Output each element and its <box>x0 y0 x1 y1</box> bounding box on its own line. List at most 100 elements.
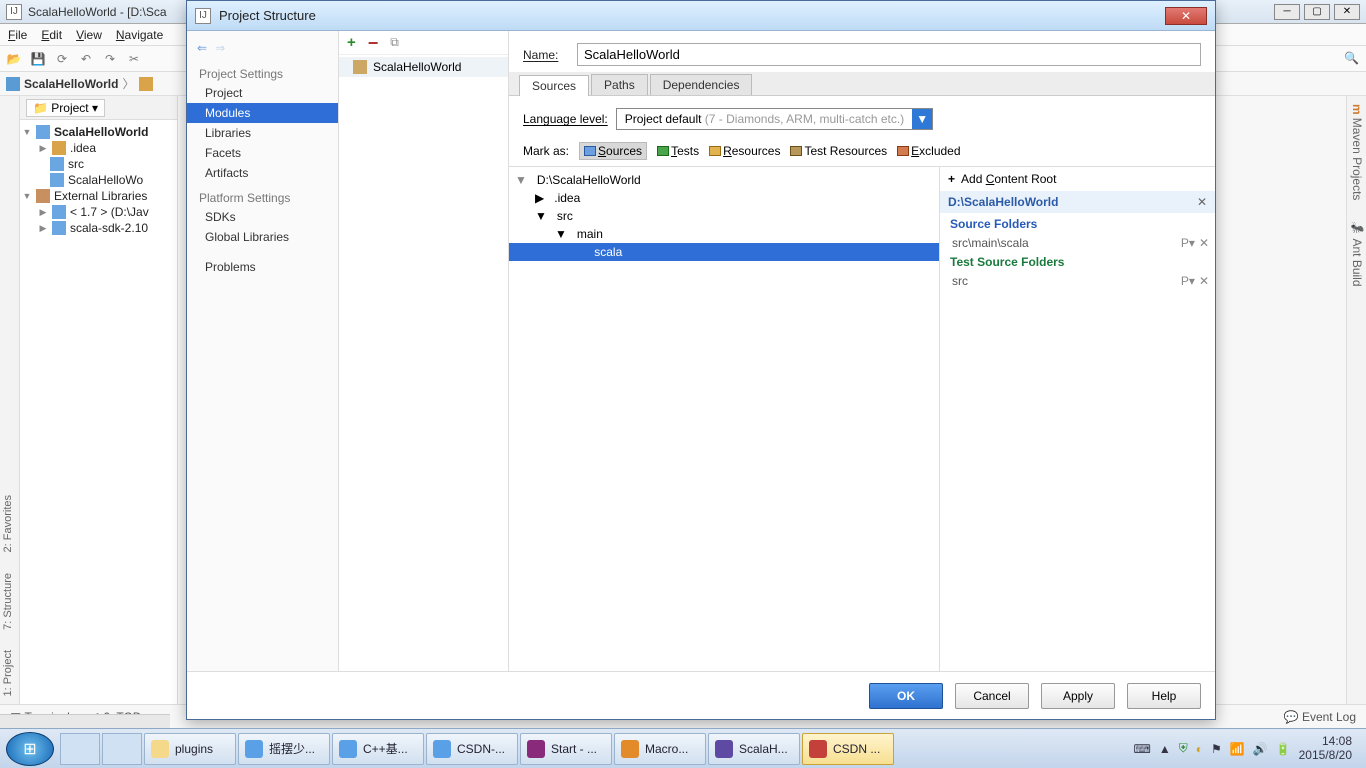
dir-root[interactable]: D:\ScalaHelloWorld <box>537 173 641 187</box>
menu-view[interactable]: View <box>76 28 102 42</box>
mark-tests[interactable]: Tests <box>657 144 699 158</box>
remove-icon[interactable]: ✕ <box>1199 236 1209 250</box>
cut-icon[interactable]: ✂ <box>126 51 142 67</box>
dir-main[interactable]: main <box>577 227 603 241</box>
mark-test-resources[interactable]: Test Resources <box>790 144 887 158</box>
dialog-titlebar[interactable]: IJ Project Structure ✕ <box>187 1 1215 31</box>
module-content: Name: Sources Paths Dependencies Languag… <box>509 31 1215 671</box>
tree-src[interactable]: src <box>68 157 84 171</box>
dir-scala[interactable]: scala <box>594 245 622 259</box>
sidebar-project[interactable]: Project <box>187 83 338 103</box>
module-name-input[interactable] <box>577 43 1201 66</box>
sidebar-modules[interactable]: Modules <box>187 103 338 123</box>
help-button[interactable]: Help <box>1127 683 1201 709</box>
sidebar-global-libs[interactable]: Global Libraries <box>187 227 338 247</box>
undo-icon[interactable]: ↶ <box>78 51 94 67</box>
cancel-button[interactable]: Cancel <box>955 683 1029 709</box>
system-tray[interactable]: ⌨ ▲ ⛨ ◐ ⚑ 📶 🔊 🔋 14:08 2015/8/20 <box>1126 735 1361 761</box>
tree-extlib[interactable]: External Libraries <box>54 189 147 203</box>
taskbar-pin2[interactable] <box>102 733 142 765</box>
tree-idea[interactable]: .idea <box>70 141 96 155</box>
module-list-panel: + − ⧉ ScalaHelloWorld <box>339 31 509 671</box>
breadcrumb-text[interactable]: ScalaHelloWorld <box>24 77 118 91</box>
add-module-icon[interactable]: + <box>347 34 356 51</box>
sidebar-facets[interactable]: Facets <box>187 143 338 163</box>
tray-icon[interactable]: ◐ <box>1196 742 1203 756</box>
menu-edit[interactable]: Edit <box>41 28 62 42</box>
tray-flag-icon[interactable]: ⚑ <box>1211 742 1222 756</box>
left-tab-structure[interactable]: 7: Structure <box>2 573 17 630</box>
mark-resources[interactable]: Resources <box>709 144 780 158</box>
tab-paths[interactable]: Paths <box>591 74 648 95</box>
mark-excluded[interactable]: Excluded <box>897 144 960 158</box>
right-tab-maven[interactable]: m Maven Projects <box>1351 104 1363 200</box>
sidebar-libraries[interactable]: Libraries <box>187 123 338 143</box>
menu-navigate[interactable]: Navigate <box>116 28 163 42</box>
chevron-down-icon[interactable]: ▼ <box>912 109 932 129</box>
content-root-path[interactable]: D:\ScalaHelloWorld✕ <box>940 191 1215 213</box>
add-content-root-icon[interactable]: + <box>948 172 955 186</box>
tab-dependencies[interactable]: Dependencies <box>650 74 753 95</box>
mark-sources[interactable]: Sources <box>579 142 647 160</box>
apply-button[interactable]: Apply <box>1041 683 1115 709</box>
tree-module[interactable]: ScalaHelloWo <box>68 173 143 187</box>
fwd-icon[interactable]: ⇒ <box>215 41 225 55</box>
taskbar-chrome[interactable] <box>60 733 100 765</box>
menu-file[interactable]: File <box>8 28 27 42</box>
taskbar-item-active[interactable]: CSDN ... <box>802 733 894 765</box>
tray-icon[interactable]: ⌨ <box>1134 742 1151 756</box>
remove-icon[interactable]: ✕ <box>1199 274 1209 288</box>
source-folder-item[interactable]: src\main\scalaP▾✕ <box>940 235 1215 251</box>
edit-icon[interactable]: P▾ <box>1181 236 1195 250</box>
minimize-button[interactable]: ─ <box>1274 4 1300 20</box>
ok-button[interactable]: OK <box>869 683 943 709</box>
tree-root[interactable]: ScalaHelloWorld <box>54 125 148 139</box>
tray-network-icon[interactable]: 📶 <box>1230 742 1245 756</box>
back-icon[interactable]: ⇐ <box>197 41 207 55</box>
start-button[interactable]: ⊞ <box>6 732 54 766</box>
tray-battery-icon[interactable]: 🔋 <box>1276 742 1291 756</box>
sidebar-sdks[interactable]: SDKs <box>187 207 338 227</box>
right-tab-ant[interactable]: 🐜 Ant Build <box>1351 222 1363 287</box>
left-tab-project[interactable]: 1: Project <box>2 650 17 696</box>
remove-module-icon[interactable]: − <box>368 34 379 52</box>
language-level-select[interactable]: Project default (7 - Diamonds, ARM, mult… <box>616 108 933 130</box>
tree-jdk[interactable]: < 1.7 > (D:\Jav <box>70 205 149 219</box>
close-button[interactable]: ✕ <box>1334 4 1360 20</box>
left-tab-favorites[interactable]: 2: Favorites <box>2 495 17 552</box>
taskbar-item[interactable]: C++基... <box>332 733 424 765</box>
tray-icon[interactable]: ▲ <box>1159 742 1171 756</box>
taskbar-item[interactable]: CSDN-... <box>426 733 518 765</box>
test-folder-item[interactable]: srcP▾✕ <box>940 273 1215 289</box>
taskbar-item[interactable]: 摇摆少... <box>238 733 330 765</box>
dialog-title: Project Structure <box>219 8 316 23</box>
taskbar-item[interactable]: ScalaH... <box>708 733 800 765</box>
tab-sources[interactable]: Sources <box>519 75 589 96</box>
taskbar-item[interactable]: Macro... <box>614 733 706 765</box>
taskbar-item[interactable]: Start - ... <box>520 733 612 765</box>
project-view-selector[interactable]: 📁 Project ▾ <box>26 99 105 117</box>
dir-idea[interactable]: .idea <box>554 191 580 205</box>
module-list-item[interactable]: ScalaHelloWorld <box>339 57 508 77</box>
tray-volume-icon[interactable]: 🔊 <box>1253 742 1268 756</box>
dir-src[interactable]: src <box>557 209 573 223</box>
open-icon[interactable]: 📂 <box>6 51 22 67</box>
dialog-close-button[interactable]: ✕ <box>1165 7 1207 25</box>
tree-sdk[interactable]: scala-sdk-2.10 <box>70 221 148 235</box>
add-content-root-label[interactable]: Add Content Root <box>961 172 1056 186</box>
sidebar-problems[interactable]: Problems <box>187 257 338 277</box>
tray-icon[interactable]: ⛨ <box>1179 741 1188 756</box>
remove-root-icon[interactable]: ✕ <box>1197 195 1207 209</box>
sync-icon[interactable]: ⟳ <box>54 51 70 67</box>
status-eventlog[interactable]: 💬 Event Log <box>1284 710 1356 724</box>
save-icon[interactable]: 💾 <box>30 51 46 67</box>
tray-clock[interactable]: 14:08 2015/8/20 <box>1299 735 1352 761</box>
edit-icon[interactable]: P▾ <box>1181 274 1195 288</box>
copy-module-icon[interactable]: ⧉ <box>390 35 399 50</box>
maximize-button[interactable]: ▢ <box>1304 4 1330 20</box>
sidebar-artifacts[interactable]: Artifacts <box>187 163 338 183</box>
taskbar-item[interactable]: plugins <box>144 733 236 765</box>
redo-icon[interactable]: ↷ <box>102 51 118 67</box>
search-icon[interactable]: 🔍 <box>1344 51 1360 67</box>
source-tree[interactable]: ▼D:\ScalaHelloWorld ▶.idea ▼src ▼main ▶s… <box>509 167 939 671</box>
